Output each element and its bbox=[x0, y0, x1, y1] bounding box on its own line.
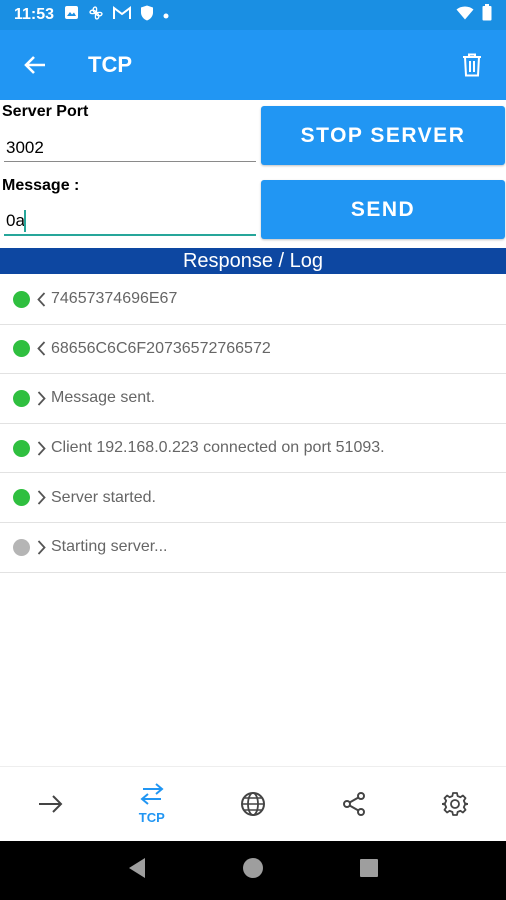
status-time: 11:53 bbox=[14, 6, 55, 23]
log-entry: Starting server... bbox=[0, 523, 506, 573]
nav-label-tcp: TCP bbox=[138, 810, 165, 825]
page-title: TCP bbox=[88, 52, 132, 77]
log-entry-text: Message sent. bbox=[51, 389, 156, 407]
log-entry-text: Starting server... bbox=[51, 538, 168, 556]
square-recents-icon bbox=[360, 859, 378, 877]
battery-icon bbox=[482, 4, 492, 26]
log-entry-text: Server started. bbox=[51, 488, 156, 506]
status-dot-icon bbox=[13, 290, 30, 308]
chevron-right-icon bbox=[35, 539, 47, 555]
chevron-left-icon bbox=[35, 341, 47, 357]
log-entry-text: 74657374696E67 bbox=[51, 290, 178, 308]
swap-arrows-icon bbox=[140, 783, 164, 805]
log-list[interactable]: 74657374696E67 68656C6C6F20736572766572 Me… bbox=[0, 275, 506, 573]
chevron-right-icon bbox=[35, 390, 47, 406]
log-entry: 68656C6C6F20736572766572 bbox=[0, 325, 506, 375]
log-entry: Server started. bbox=[0, 473, 506, 523]
gear-icon bbox=[442, 792, 469, 816]
system-home-button[interactable] bbox=[241, 856, 265, 885]
log-entry-text: Client 192.168.0.223 connected on port 5… bbox=[51, 439, 385, 457]
arrow-left-icon bbox=[24, 56, 45, 74]
trash-icon bbox=[463, 53, 481, 77]
log-entry: 74657374696E67 bbox=[0, 275, 506, 325]
dot-icon bbox=[163, 6, 169, 24]
nav-item-send[interactable] bbox=[0, 767, 101, 841]
system-nav-bar bbox=[0, 841, 506, 900]
nav-item-share[interactable] bbox=[304, 767, 405, 841]
log-entry-text: 68656C6C6F20736572766572 bbox=[51, 339, 271, 357]
back-button[interactable] bbox=[0, 30, 70, 100]
send-button[interactable]: SEND bbox=[261, 180, 505, 239]
delete-button[interactable] bbox=[450, 43, 494, 87]
pinwheel-icon bbox=[88, 5, 104, 26]
share-icon bbox=[343, 792, 366, 816]
nav-item-web[interactable] bbox=[202, 767, 303, 841]
triangle-back-icon bbox=[129, 858, 145, 878]
status-bar: 11:53 bbox=[0, 0, 506, 30]
bottom-nav: TCP bbox=[0, 766, 506, 841]
chevron-right-icon bbox=[35, 490, 47, 506]
log-header: Response / Log bbox=[0, 248, 506, 274]
message-label: Message : bbox=[2, 177, 80, 194]
shield-icon bbox=[140, 5, 154, 26]
status-dot-icon bbox=[13, 340, 30, 358]
system-recents-button[interactable] bbox=[359, 858, 379, 883]
circle-home-icon bbox=[243, 858, 263, 878]
system-back-button[interactable] bbox=[127, 857, 147, 884]
arrow-right-icon bbox=[38, 795, 63, 813]
status-dot-icon bbox=[13, 389, 30, 407]
status-dot-icon bbox=[13, 538, 30, 556]
server-port-label: Server Port bbox=[2, 103, 89, 120]
chevron-left-icon bbox=[35, 291, 47, 307]
chevron-right-icon bbox=[35, 440, 47, 456]
wifi-icon bbox=[456, 6, 474, 25]
status-dot-icon bbox=[13, 439, 30, 457]
app-bar: TCP bbox=[0, 30, 506, 100]
stop-server-button[interactable]: STOP SERVER bbox=[261, 106, 505, 165]
log-entry: Message sent. bbox=[0, 374, 506, 424]
log-entry: Client 192.168.0.223 connected on port 5… bbox=[0, 424, 506, 474]
image-icon bbox=[64, 5, 79, 25]
status-dot-icon bbox=[13, 489, 30, 507]
mail-icon bbox=[113, 5, 132, 25]
server-port-input[interactable] bbox=[4, 128, 256, 162]
text-cursor bbox=[24, 210, 26, 232]
message-input[interactable] bbox=[4, 202, 256, 236]
globe-icon bbox=[241, 792, 265, 816]
nav-item-tcp[interactable]: TCP bbox=[101, 767, 202, 841]
nav-item-settings[interactable] bbox=[405, 767, 506, 841]
